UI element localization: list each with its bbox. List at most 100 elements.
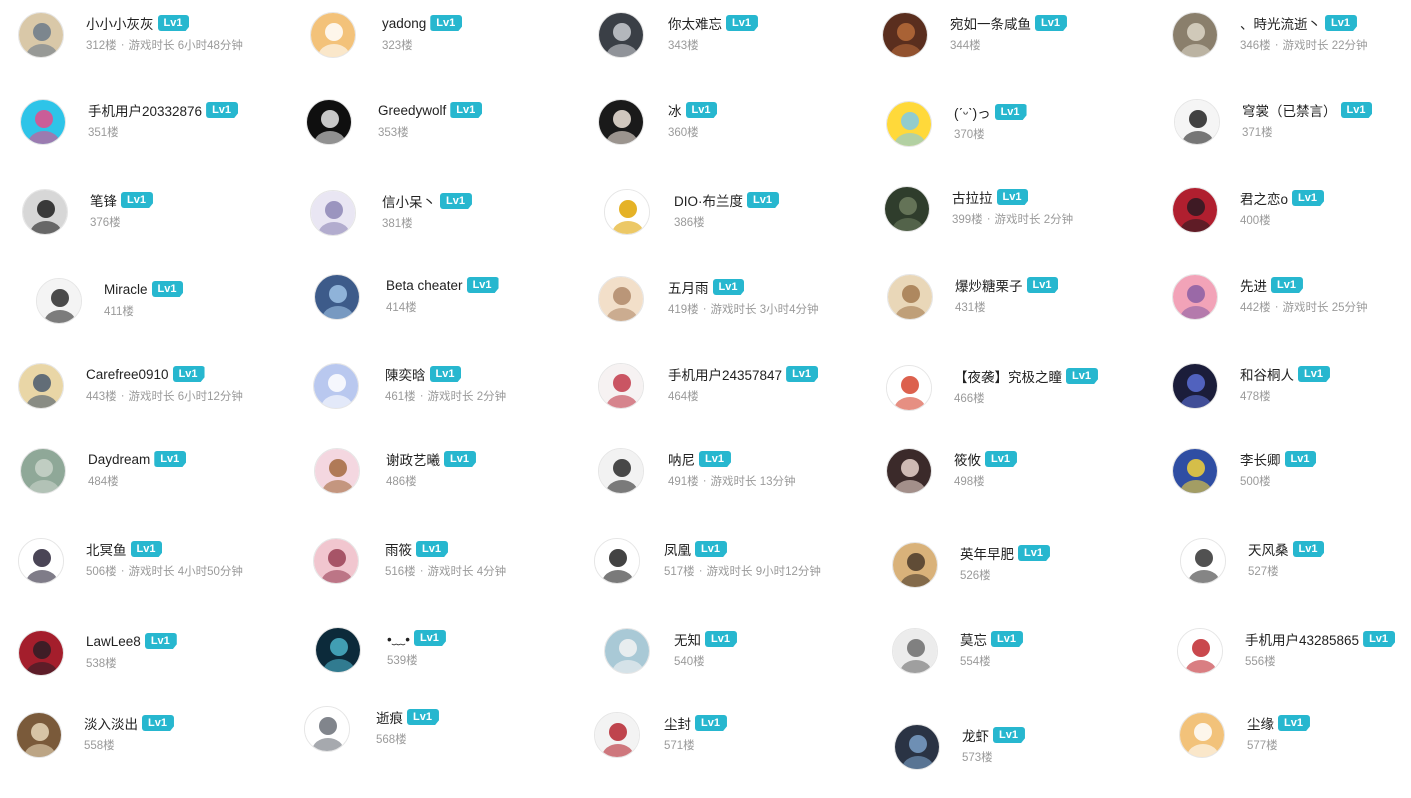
user-name[interactable]: Beta cheater <box>386 278 463 293</box>
armored-warrior-avatar[interactable] <box>1172 12 1218 58</box>
silver-hair-girl-avatar[interactable] <box>310 190 356 236</box>
user-name[interactable]: 君之恋o <box>1240 188 1288 208</box>
user-card[interactable]: 尘封 Lv1 571楼 <box>594 712 880 798</box>
dark-swordsman-avatar[interactable] <box>1172 363 1218 409</box>
shiba-dog-avatar[interactable] <box>310 12 356 58</box>
dio-figure-avatar[interactable] <box>604 189 650 235</box>
user-card[interactable]: 穹裳（已禁言） Lv1 371楼 <box>1172 99 1411 185</box>
user-name[interactable]: 逝痕 <box>376 707 403 727</box>
user-name[interactable]: 雨筱 <box>385 539 412 559</box>
user-name[interactable]: yadong <box>382 16 426 31</box>
user-name[interactable]: 五月雨 <box>668 277 709 297</box>
user-name[interactable]: 信小呆丶 <box>382 191 436 211</box>
user-card[interactable]: 爆炒糖栗子 Lv1 431楼 <box>882 274 1164 360</box>
user-card[interactable]: 呐尼 Lv1 491楼 · 游戏时长 13分钟 <box>598 448 880 534</box>
user-name[interactable]: 凤凰 <box>664 539 691 559</box>
starry-night-avatar[interactable] <box>315 627 361 673</box>
user-name[interactable]: 龙虾 <box>962 725 989 745</box>
cheetah-avatar[interactable] <box>892 542 938 588</box>
manga-couple-avatar[interactable] <box>598 448 644 494</box>
user-name[interactable]: 手机用户20332876 <box>88 100 202 120</box>
user-card[interactable]: 冰 Lv1 360楼 <box>598 99 880 185</box>
user-name[interactable]: 筱攸 <box>954 449 981 469</box>
user-name[interactable]: (ˊᵕˋ)っ <box>954 102 991 122</box>
user-card[interactable]: 英年早肥 Lv1 526楼 <box>882 538 1164 624</box>
user-card[interactable]: Greedywolf Lv1 353楼 <box>306 99 592 185</box>
flower-girl-avatar[interactable] <box>313 538 359 584</box>
user-card[interactable]: 和谷桐人 Lv1 478楼 <box>1172 363 1411 449</box>
samurai-avatar[interactable] <box>882 12 928 58</box>
user-name[interactable]: 尘缘 <box>1247 713 1274 733</box>
user-name[interactable]: 尘封 <box>664 713 691 733</box>
user-name[interactable]: 先进 <box>1240 275 1267 295</box>
user-card[interactable]: yadong Lv1 323楼 <box>310 12 592 98</box>
anime-girl-avatar[interactable] <box>18 12 64 58</box>
user-card[interactable]: 谢政艺曦 Lv1 486楼 <box>310 448 592 534</box>
user-card[interactable]: 手机用户43285865 Lv1 556楼 <box>1172 628 1411 714</box>
blue-hair-girl-avatar[interactable] <box>313 363 359 409</box>
miku-avatar[interactable] <box>20 99 66 145</box>
user-card[interactable]: (ˊᵕˋ)っ Lv1 370楼 <box>882 99 1164 185</box>
pink-hair-girl-avatar[interactable] <box>1172 274 1218 320</box>
user-card[interactable]: Beta cheater Lv1 414楼 <box>310 274 592 360</box>
user-card[interactable]: 笔锋 Lv1 376楼 <box>18 187 300 273</box>
user-card[interactable]: 手机用户20332876 Lv1 351楼 <box>18 99 300 185</box>
dark-hair-girl-avatar[interactable] <box>886 448 932 494</box>
user-name[interactable]: •﹏• <box>387 628 410 648</box>
green-mist-avatar[interactable] <box>20 448 66 494</box>
dark-figure-avatar[interactable] <box>598 12 644 58</box>
user-name[interactable]: 无知 <box>674 629 701 649</box>
user-card[interactable]: 【夜袭】究极之瞳 Lv1 466楼 <box>882 363 1164 449</box>
user-card[interactable]: 信小呆丶 Lv1 381楼 <box>310 187 592 273</box>
user-card[interactable]: Daydream Lv1 484楼 <box>18 448 300 534</box>
user-card[interactable]: 李长卿 Lv1 500楼 <box>1172 448 1411 534</box>
blonde-girl-avatar[interactable] <box>598 276 644 322</box>
user-name[interactable]: 英年早肥 <box>960 543 1014 563</box>
user-card[interactable]: Carefree0910 Lv1 443楼 · 游戏时长 6小时12分钟 <box>18 363 300 449</box>
boy-sitting-avatar[interactable] <box>36 278 82 324</box>
note-photo-avatar[interactable] <box>604 628 650 674</box>
sketch-character-avatar[interactable] <box>1174 99 1220 145</box>
red-dress-girl-avatar[interactable] <box>1172 187 1218 233</box>
hippo-cartoon-avatar[interactable] <box>304 706 350 752</box>
user-name[interactable]: 北冥鱼 <box>86 539 127 559</box>
user-card[interactable]: 陳奕晗 Lv1 461楼 · 游戏时长 2分钟 <box>310 363 592 449</box>
boy-photo-avatar[interactable] <box>1172 448 1218 494</box>
user-name[interactable]: 爆炒糖栗子 <box>955 275 1023 295</box>
user-card[interactable]: 龙虾 Lv1 573楼 <box>882 712 1164 798</box>
user-name[interactable]: 小小小灰灰 <box>86 13 154 33</box>
user-card[interactable]: 凤凰 Lv1 517楼 · 游戏时长 9小时12分钟 <box>594 538 880 624</box>
user-name[interactable]: 手机用户24357847 <box>668 364 782 384</box>
user-name[interactable]: 古拉拉 <box>952 187 993 207</box>
lion-sketch-avatar[interactable] <box>892 628 938 674</box>
user-name[interactable]: Miracle <box>104 282 148 297</box>
swordsman-avatar[interactable] <box>22 189 68 235</box>
user-card[interactable]: 手机用户24357847 Lv1 464楼 <box>598 363 880 449</box>
user-name[interactable]: 莫忘 <box>960 629 987 649</box>
user-card[interactable]: 、時光流逝丶 Lv1 346楼 · 游戏时长 22分钟 <box>1172 12 1411 98</box>
user-name[interactable]: 李长卿 <box>1240 449 1281 469</box>
wolf-silhouette-avatar[interactable] <box>306 99 352 145</box>
user-card[interactable]: •﹏• Lv1 539楼 <box>310 627 592 714</box>
user-card[interactable]: 天风桑 Lv1 527楼 <box>1172 538 1411 624</box>
gothic-girl-avatar[interactable] <box>18 538 64 584</box>
user-card[interactable]: 逝痕 Lv1 568楼 <box>304 706 592 798</box>
pocket-watch-avatar[interactable] <box>16 712 62 758</box>
user-card[interactable]: 君之恋o Lv1 400楼 <box>1172 187 1411 273</box>
pikachu-avatar[interactable] <box>886 101 932 147</box>
user-name[interactable]: 【夜袭】究极之瞳 <box>954 366 1062 386</box>
user-card[interactable]: 古拉拉 Lv1 399楼 · 游戏时长 2分钟 <box>882 186 1164 273</box>
user-name[interactable]: 和谷桐人 <box>1240 364 1294 384</box>
user-name[interactable]: 呐尼 <box>668 449 695 469</box>
user-name[interactable]: 淡入淡出 <box>84 713 138 733</box>
user-name[interactable]: 、時光流逝丶 <box>1240 13 1321 33</box>
user-card[interactable]: 小小小灰灰 Lv1 312楼 · 游戏时长 6小时48分钟 <box>18 12 300 98</box>
user-name[interactable]: Greedywolf <box>378 103 446 118</box>
fox-cartoon-avatar[interactable] <box>886 365 932 411</box>
white-haired-girl-avatar[interactable] <box>598 99 644 145</box>
user-name[interactable]: 穹裳（已禁言） <box>1242 100 1337 120</box>
user-card[interactable]: Miracle Lv1 411楼 <box>18 274 300 360</box>
user-name[interactable]: LawLee8 <box>86 634 141 649</box>
user-name[interactable]: DIO·布兰度 <box>674 190 743 210</box>
user-name[interactable]: 冰 <box>668 100 682 120</box>
